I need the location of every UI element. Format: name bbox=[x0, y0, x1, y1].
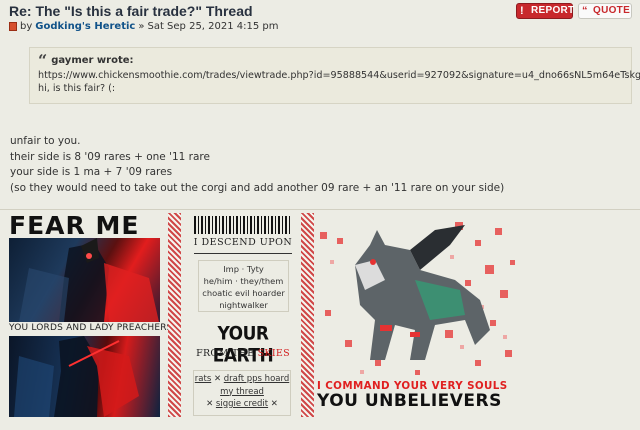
your-earth-heading: YOUR EARTH bbox=[212, 323, 274, 367]
quote-label: QUOTE bbox=[593, 5, 631, 16]
post-timestamp: Sat Sep 25, 2021 4:15 pm bbox=[147, 21, 279, 32]
link-separator: ✕ bbox=[206, 399, 214, 409]
link-my-thread[interactable]: my thread bbox=[220, 387, 264, 397]
report-icon: ! bbox=[520, 5, 524, 17]
quote-icon: “ bbox=[582, 5, 588, 17]
post-title[interactable]: Re: The "Is this a fair trade?" Thread bbox=[9, 3, 509, 19]
unbelievers-text: YOU UNBELIEVERS bbox=[317, 391, 502, 411]
body-line: (so they would need to take out the corg… bbox=[10, 181, 505, 194]
link-rats[interactable]: rats bbox=[195, 374, 211, 384]
quote-mark-icon: “ bbox=[38, 50, 48, 70]
post-icon[interactable] bbox=[9, 22, 17, 31]
info-line: Imp · Tyty bbox=[223, 264, 264, 274]
link-separator: ✕ bbox=[213, 374, 222, 384]
post-body: unfair to you. their side is 8 '09 rares… bbox=[10, 134, 504, 196]
art-caption: YOU LORDS AND LADY PREACHERS bbox=[9, 323, 173, 333]
from-the-text: FROM THE bbox=[196, 348, 258, 359]
from-the-skies: FROM THE SKIES bbox=[189, 348, 297, 359]
quote-text: hi, is this fair? (: bbox=[38, 83, 116, 94]
descend-heading: I DESCEND UPON bbox=[193, 237, 293, 248]
info-box: Imp · Tyty he/him · they/them choatic ev… bbox=[198, 260, 289, 312]
decorative-stripe bbox=[301, 213, 314, 417]
report-button[interactable]: ! REPORT bbox=[516, 3, 575, 19]
wolf-artwork: I COMMAND YOUR VERY SOULS YOU UNBELIEVER… bbox=[315, 210, 525, 425]
character-art-top bbox=[9, 238, 160, 322]
link-siggie-credit[interactable]: siggie credit bbox=[216, 399, 268, 409]
quote-cite: “ gaymer wrote: bbox=[38, 50, 623, 70]
body-line: unfair to you. bbox=[10, 135, 81, 147]
body-line: your side is 1 ma + 7 '09 rares bbox=[10, 166, 173, 178]
author-link[interactable]: Godking's Heretic bbox=[35, 21, 135, 32]
heading-rule bbox=[194, 253, 292, 254]
quote-author: gaymer wrote: bbox=[51, 55, 134, 66]
info-line: choatic evil hoarder bbox=[202, 288, 285, 298]
signature-center-column: I DESCEND UPON Imp · Tyty he/him · they/… bbox=[189, 210, 297, 422]
signature-links: rats ✕ draft pps hoard my thread ✕ siggi… bbox=[193, 370, 291, 416]
link-draft-pps-hoard[interactable]: draft pps hoard bbox=[224, 374, 289, 384]
decorative-stripe bbox=[168, 213, 181, 417]
by-label: by bbox=[20, 21, 33, 32]
wolf-pixel-art bbox=[320, 222, 515, 375]
fear-me-title: FEAR ME bbox=[9, 211, 140, 240]
info-line: he/him · they/them bbox=[203, 276, 284, 286]
barcode-graphic bbox=[194, 216, 292, 234]
quote-url: https://www.chickensmoothie.com/trades/v… bbox=[38, 70, 640, 81]
post-meta: by Godking's Heretic » Sat Sep 25, 2021 … bbox=[9, 21, 509, 32]
quote-block: “ gaymer wrote: https://www.chickensmoot… bbox=[29, 47, 640, 104]
body-line: their side is 8 '09 rares + one '11 rare bbox=[10, 150, 210, 163]
skies-text: SKIES bbox=[257, 348, 290, 359]
info-line: nightwalker bbox=[219, 300, 268, 310]
quote-button[interactable]: “ QUOTE bbox=[578, 3, 632, 19]
report-label: REPORT bbox=[531, 5, 575, 16]
signature: FEAR ME YOU LORDS AND LADY PREACHERS I D… bbox=[0, 210, 640, 430]
post-header: Re: The "Is this a fair trade?" Thread b… bbox=[9, 3, 509, 32]
meta-separator: » bbox=[138, 21, 145, 32]
character-art-bottom bbox=[9, 336, 160, 417]
link-separator: ✕ bbox=[270, 399, 278, 409]
